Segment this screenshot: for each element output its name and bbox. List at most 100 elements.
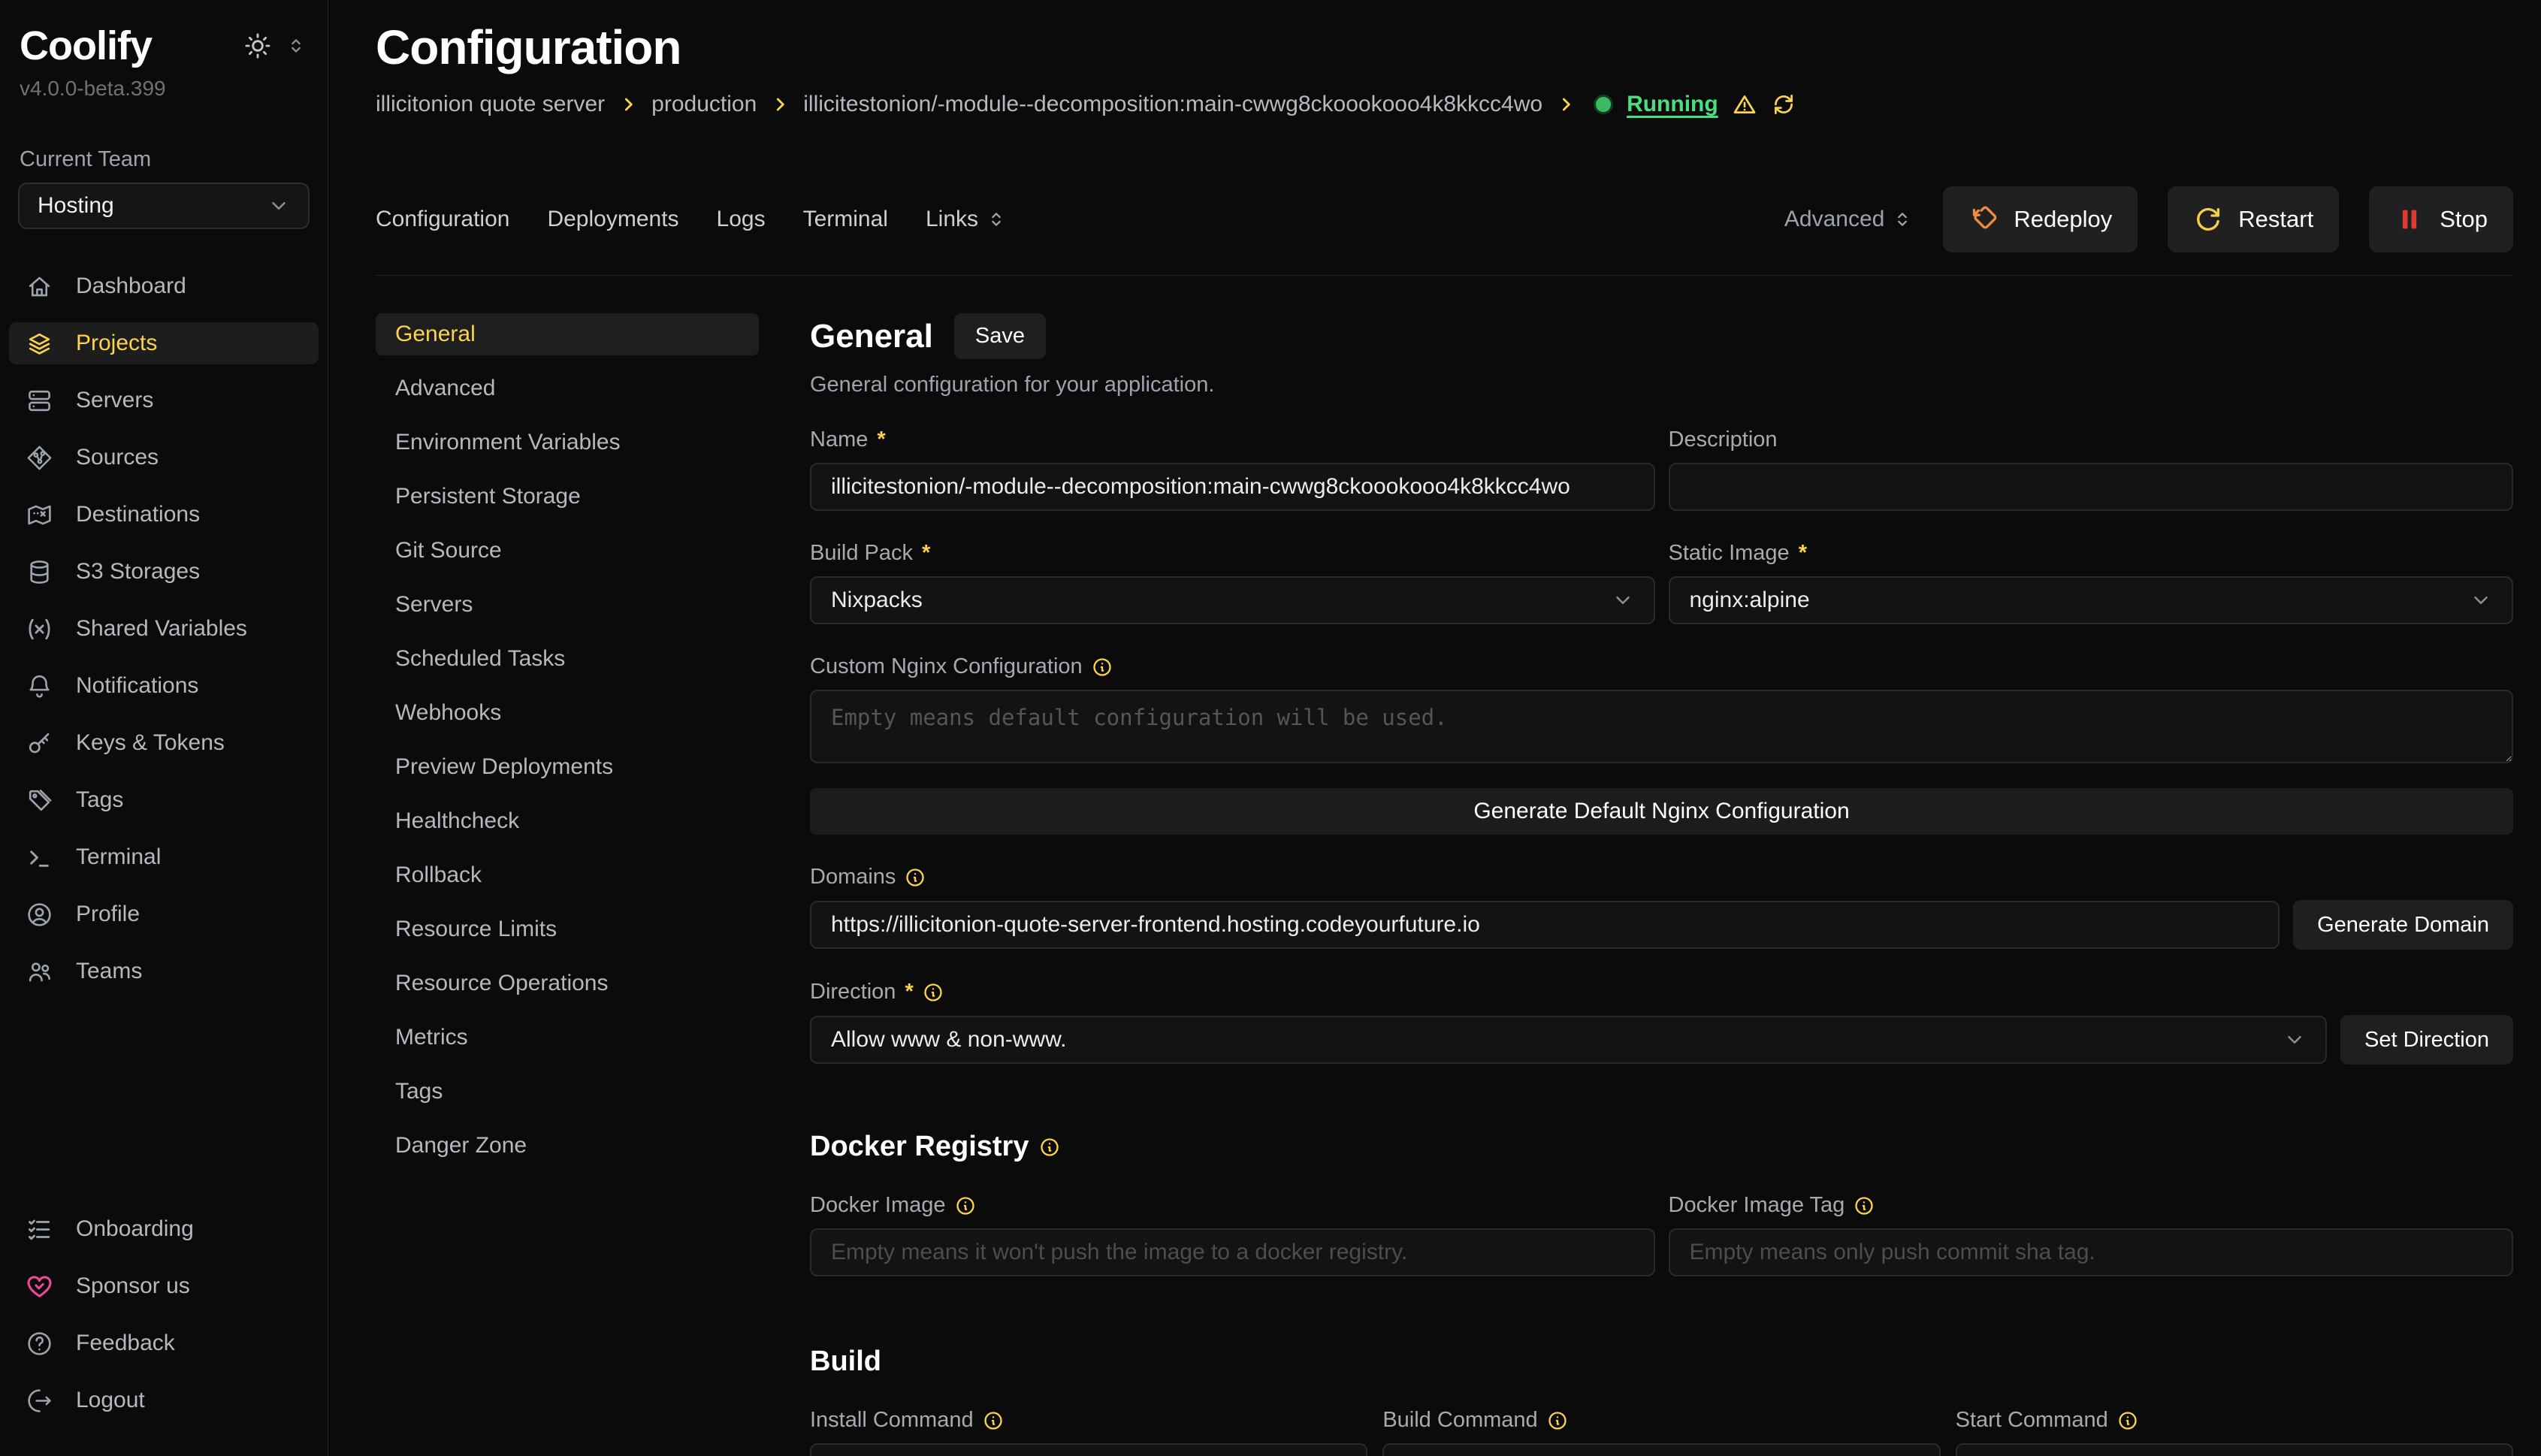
team-select[interactable]: Hosting bbox=[18, 183, 310, 229]
general-subtitle: General configuration for your applicati… bbox=[810, 373, 2513, 397]
redeploy-icon bbox=[1968, 204, 1999, 234]
sidebar-item-sources[interactable]: Sources bbox=[9, 436, 319, 479]
subnav-item-scheduled-tasks[interactable]: Scheduled Tasks bbox=[376, 638, 759, 680]
info-icon[interactable] bbox=[2117, 1410, 2138, 1431]
sidebar-item-dashboard[interactable]: Dashboard bbox=[9, 265, 319, 307]
build-heading: Build bbox=[810, 1346, 881, 1378]
description-input[interactable] bbox=[1669, 463, 2514, 511]
sidebar-item-profile[interactable]: Profile bbox=[9, 893, 319, 935]
sidebar-item-logout[interactable]: Logout bbox=[9, 1379, 319, 1421]
start-command-input[interactable] bbox=[1956, 1443, 2513, 1456]
sidebar-item-terminal[interactable]: Terminal bbox=[9, 836, 319, 878]
subnav-item-healthcheck[interactable]: Healthcheck bbox=[376, 800, 759, 842]
description-label: Description bbox=[1669, 427, 1778, 452]
subnav-item-preview-deployments[interactable]: Preview Deployments bbox=[376, 746, 759, 788]
sidebar: Coolify v4.0.0-beta.399 Current Team Hos… bbox=[0, 0, 328, 1456]
help-icon bbox=[26, 1330, 53, 1358]
sidebar-item-notifications[interactable]: Notifications bbox=[9, 665, 319, 707]
subnav-item-tags[interactable]: Tags bbox=[376, 1071, 759, 1113]
name-label: Name bbox=[810, 427, 868, 452]
info-icon[interactable] bbox=[1092, 657, 1113, 678]
warning-icon[interactable] bbox=[1732, 92, 1757, 117]
install-command-label: Install Command bbox=[810, 1408, 974, 1433]
build-command-input[interactable] bbox=[1382, 1443, 1940, 1456]
sidebar-item-label: Profile bbox=[76, 902, 140, 927]
sidebar-item-teams[interactable]: Teams bbox=[9, 950, 319, 992]
tab-logs[interactable]: Logs bbox=[717, 207, 766, 232]
selector-icon bbox=[1892, 209, 1913, 230]
subnav-item-metrics[interactable]: Metrics bbox=[376, 1016, 759, 1059]
chevron-right-icon bbox=[618, 95, 638, 114]
terminal-icon bbox=[26, 844, 53, 871]
profile-icon bbox=[26, 901, 53, 929]
sidebar-item-sponsor-us[interactable]: Sponsor us bbox=[9, 1265, 319, 1307]
sidebar-item-onboarding[interactable]: Onboarding bbox=[9, 1208, 319, 1250]
direction-select[interactable]: Allow www & non-www. bbox=[810, 1016, 2327, 1064]
info-icon[interactable] bbox=[923, 982, 944, 1003]
info-icon[interactable] bbox=[983, 1410, 1004, 1431]
subnav-item-rollback[interactable]: Rollback bbox=[376, 854, 759, 896]
variables-icon bbox=[26, 615, 53, 643]
sidebar-item-label: Projects bbox=[76, 331, 157, 356]
restart-button[interactable]: Restart bbox=[2168, 186, 2339, 252]
subnav-item-environment-variables[interactable]: Environment Variables bbox=[376, 421, 759, 464]
sidebar-item-shared-variables[interactable]: Shared Variables bbox=[9, 608, 319, 650]
install-command-input[interactable] bbox=[810, 1443, 1367, 1456]
subnav-item-webhooks[interactable]: Webhooks bbox=[376, 692, 759, 734]
info-icon[interactable] bbox=[1039, 1137, 1060, 1158]
info-icon[interactable] bbox=[905, 867, 926, 888]
domains-input[interactable] bbox=[810, 901, 2280, 949]
breadcrumb-item[interactable]: production bbox=[651, 92, 757, 117]
app-logo: Coolify bbox=[20, 23, 152, 69]
sidebar-item-destinations[interactable]: Destinations bbox=[9, 494, 319, 536]
direction-label: Direction bbox=[810, 980, 896, 1004]
sidebar-item-tags[interactable]: Tags bbox=[9, 779, 319, 821]
theme-sun-icon[interactable] bbox=[243, 32, 272, 60]
sidebar-item-feedback[interactable]: Feedback bbox=[9, 1322, 319, 1364]
required-asterisk: * bbox=[1799, 541, 1807, 566]
subnav-item-resource-limits[interactable]: Resource Limits bbox=[376, 908, 759, 950]
docker-image-input[interactable] bbox=[810, 1228, 1655, 1276]
theme-selector-icon[interactable] bbox=[286, 35, 307, 56]
logout-icon bbox=[26, 1387, 53, 1415]
build-pack-select[interactable]: Nixpacks bbox=[810, 576, 1655, 624]
tab-deployments[interactable]: Deployments bbox=[547, 207, 678, 232]
save-button[interactable]: Save bbox=[954, 313, 1046, 359]
sidebar-item-servers[interactable]: Servers bbox=[9, 379, 319, 421]
set-direction-button[interactable]: Set Direction bbox=[2340, 1015, 2513, 1065]
sidebar-item-keys-tokens[interactable]: Keys & Tokens bbox=[9, 722, 319, 764]
breadcrumb-item[interactable]: illicitestonion/-module--decomposition:m… bbox=[803, 92, 1542, 117]
settings-subnav: General Advanced Environment Variables Pers… bbox=[376, 313, 759, 1456]
breadcrumb-item[interactable]: illicitonion quote server bbox=[376, 92, 605, 117]
stop-label: Stop bbox=[2440, 206, 2488, 233]
docker-image-tag-input[interactable] bbox=[1669, 1228, 2514, 1276]
advanced-dropdown[interactable]: Advanced bbox=[1784, 207, 1913, 232]
subnav-item-servers[interactable]: Servers bbox=[376, 584, 759, 626]
custom-nginx-textarea[interactable] bbox=[810, 690, 2513, 763]
generate-nginx-button[interactable]: Generate Default Nginx Configuration bbox=[810, 788, 2513, 835]
refresh-icon[interactable] bbox=[1771, 92, 1796, 117]
tab-links[interactable]: Links bbox=[926, 207, 1007, 232]
info-icon[interactable] bbox=[1547, 1410, 1568, 1431]
settings-form: General Save General configuration for y… bbox=[810, 313, 2513, 1456]
custom-nginx-label: Custom Nginx Configuration bbox=[810, 654, 1083, 679]
tab-terminal[interactable]: Terminal bbox=[803, 207, 888, 232]
info-icon[interactable] bbox=[955, 1195, 976, 1216]
sidebar-item-projects[interactable]: Projects bbox=[9, 322, 319, 364]
subnav-item-danger-zone[interactable]: Danger Zone bbox=[376, 1125, 759, 1167]
subnav-item-advanced[interactable]: Advanced bbox=[376, 367, 759, 409]
name-input[interactable] bbox=[810, 463, 1655, 511]
subnav-item-general[interactable]: General bbox=[376, 313, 759, 355]
redeploy-button[interactable]: Redeploy bbox=[1943, 186, 2138, 252]
static-image-select[interactable]: nginx:alpine bbox=[1669, 576, 2514, 624]
generate-domain-button[interactable]: Generate Domain bbox=[2293, 900, 2513, 950]
subnav-item-git-source[interactable]: Git Source bbox=[376, 530, 759, 572]
subnav-item-resource-operations[interactable]: Resource Operations bbox=[376, 962, 759, 1004]
bell-icon bbox=[26, 672, 53, 700]
running-status-link[interactable]: Running bbox=[1627, 92, 1718, 117]
sidebar-item-s3-storages[interactable]: S3 Storages bbox=[9, 551, 319, 593]
subnav-item-persistent-storage[interactable]: Persistent Storage bbox=[376, 476, 759, 518]
info-icon[interactable] bbox=[1854, 1195, 1875, 1216]
tab-configuration[interactable]: Configuration bbox=[376, 207, 509, 232]
stop-button[interactable]: Stop bbox=[2369, 186, 2513, 252]
